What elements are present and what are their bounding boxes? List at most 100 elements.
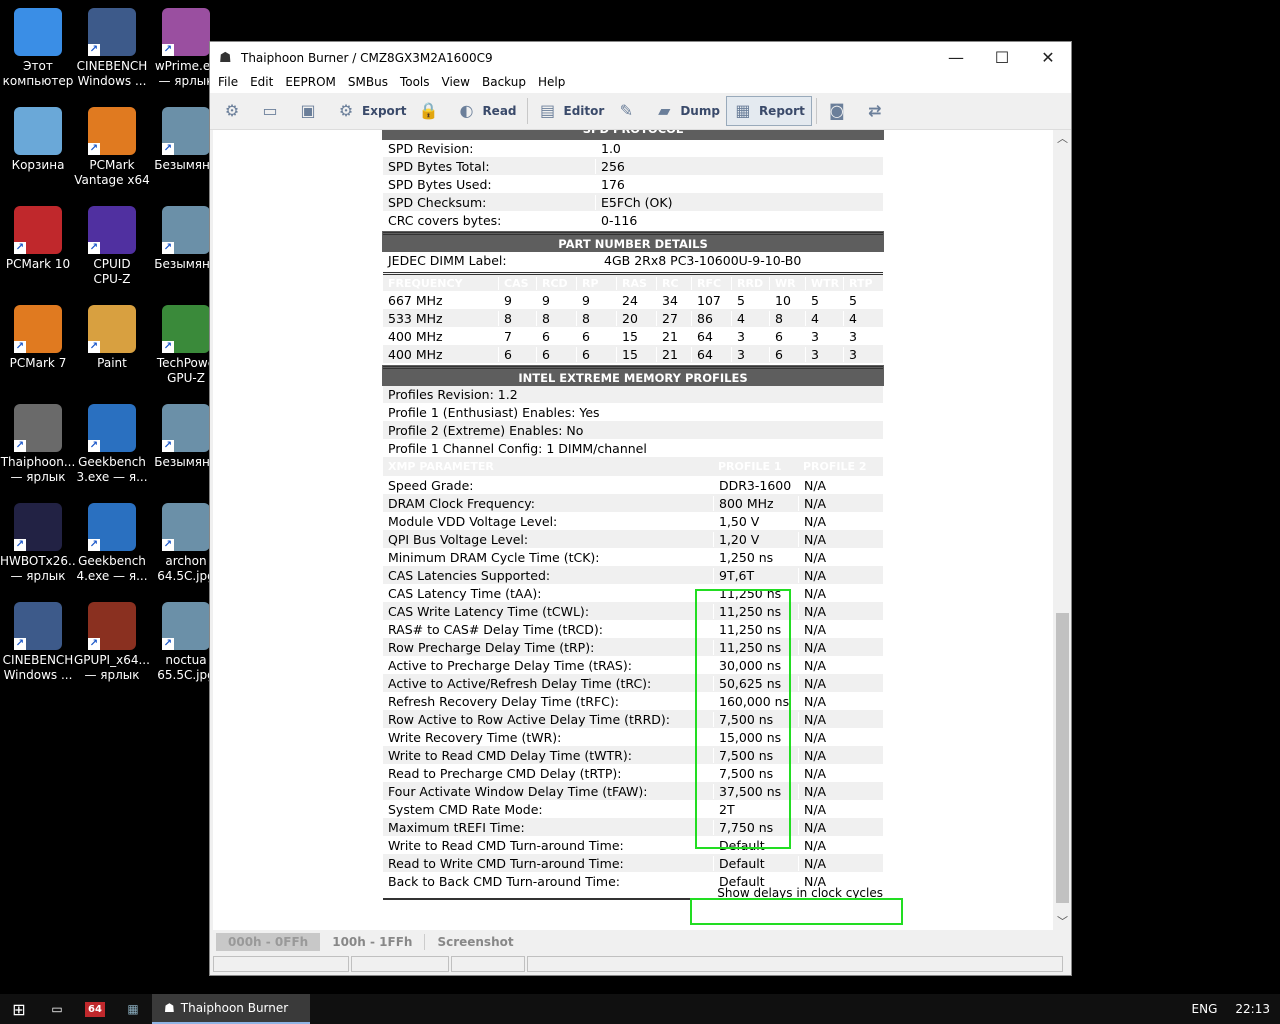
table-cell: Module VDD Voltage Level:	[388, 513, 558, 529]
tab-2[interactable]: Screenshot	[425, 933, 525, 951]
read-button[interactable]: ◐ Read	[450, 96, 522, 126]
dump-button[interactable]: ▰ Dump	[648, 96, 726, 126]
desktop-icon[interactable]: ↗ HWBOTx26... — ярлык	[0, 497, 76, 584]
desktop-icon-label: Windows ...	[77, 74, 147, 88]
table-cell: 1,50 V	[713, 513, 798, 529]
clock[interactable]: 22:13	[1235, 1002, 1270, 1016]
task-view-button[interactable]: ▭	[38, 994, 76, 1024]
table-cell: 21	[656, 328, 691, 344]
table-cell: 7	[498, 328, 536, 344]
menu-file[interactable]: File	[212, 73, 244, 93]
desktop-icon[interactable]: ↗ GPUPI_x64.... — ярлык	[74, 596, 150, 683]
app-icon: ↗	[14, 305, 62, 353]
column-header: RRD	[731, 276, 769, 290]
section-header-xmp: INTEL EXTREME MEMORY PROFILES	[382, 365, 884, 386]
shortcut-arrow-icon: ↗	[162, 44, 174, 56]
menu-edit[interactable]: Edit	[244, 73, 279, 93]
desktop-icon-label: GPUPI_x64....	[74, 653, 150, 667]
table-cell: Refresh Recovery Delay Time (tRFC):	[388, 693, 619, 709]
scrollbar-thumb[interactable]	[1056, 613, 1069, 903]
table-row: Four Activate Window Delay Time (tFAW): 3…	[383, 782, 883, 800]
menu-help[interactable]: Help	[532, 73, 571, 93]
close-button[interactable]: ✕	[1025, 42, 1071, 73]
table-row: Read to Precharge CMD Delay (tRTP): 7,500…	[383, 764, 883, 782]
gears-icon: ⚙	[224, 101, 240, 120]
menu-backup[interactable]: Backup	[476, 73, 532, 93]
menu-eeprom[interactable]: EEPROM	[279, 73, 342, 93]
desktop-icon-label: Geekbench	[78, 554, 146, 568]
desktop-icon[interactable]: ↗ PCMark 10	[0, 200, 76, 272]
desktop-icon[interactable]: ↗ PCMark Vantage x64	[74, 101, 150, 188]
desktop-icon[interactable]: ↗ CPUID CPU-Z	[74, 200, 150, 287]
tab-1[interactable]: 100h - 1FFh	[320, 933, 424, 951]
desktop-icon-label: — ярлык	[10, 569, 66, 583]
taskbar-app-cpuz[interactable]: ▦	[114, 994, 152, 1024]
table-cell: N/A	[798, 513, 883, 529]
desktop-icon[interactable]: ↗ Thaiphoon... — ярлык	[0, 398, 76, 485]
desktop-icon[interactable]: ↗ CINEBENCH Windows ...	[0, 596, 76, 683]
vertical-scrollbar[interactable]: ︿ ﹀	[1054, 130, 1071, 930]
shortcut-arrow-icon: ↗	[88, 44, 100, 56]
app-icon: ↗	[162, 305, 210, 353]
app-icon: ↗	[88, 107, 136, 155]
scroll-down-arrow[interactable]: ﹀	[1054, 913, 1071, 930]
desktop-icon[interactable]: ↗ Geekbench 3.exe — я...	[74, 398, 150, 485]
scroll-up-arrow[interactable]: ︿	[1054, 130, 1071, 147]
table-cell: N/A	[798, 747, 883, 763]
row-label: Profiles Revision: 1.2	[388, 386, 518, 402]
app-icon: ↗	[162, 8, 210, 56]
desktop-icon[interactable]: ↗ Geekbench 4.exe — я...	[74, 497, 150, 584]
menu-tools[interactable]: Tools	[394, 73, 436, 93]
title-bar[interactable]: ☗ Thaiphoon Burner / CMZ8GX3M2A1600C9 — …	[210, 42, 1071, 73]
save-tool[interactable]: ▣	[292, 96, 330, 126]
menu-view[interactable]: View	[436, 73, 476, 93]
minimize-button[interactable]: —	[933, 42, 979, 73]
menu-smbus[interactable]: SMBus	[342, 73, 394, 93]
table-cell: N/A	[798, 621, 883, 637]
tools-button[interactable]: ✎	[610, 96, 648, 126]
table-cell: 15	[616, 346, 656, 362]
table-cell: 9T,6T	[713, 567, 798, 583]
export-button[interactable]: ⚙ Export	[330, 96, 412, 126]
screenshot-tool[interactable]: ◙	[821, 96, 859, 126]
taskbar-app-64[interactable]: 64	[76, 994, 114, 1024]
desktop-icon[interactable]: ↗ Paint	[74, 299, 150, 371]
table-cell: 400 MHz	[388, 346, 443, 362]
taskbar-thaiphoon[interactable]: ☗ Thaiphoon Burner	[152, 994, 310, 1024]
desktop-icon-label: Geekbench	[78, 455, 146, 469]
dump-icon: ▰	[658, 101, 671, 120]
table-cell: 9	[536, 292, 576, 308]
desktop-icon[interactable]: ↗ CINEBENCH Windows ...	[74, 2, 150, 89]
language-indicator[interactable]: ENG	[1192, 1002, 1218, 1016]
report-button[interactable]: ▦ Report	[725, 96, 812, 126]
table-cell: Read to Precharge CMD Delay (tRTP):	[388, 765, 622, 781]
table-cell: 9	[498, 292, 536, 308]
table-cell: Maximum tREFI Time:	[388, 819, 525, 835]
row-label: SPD Bytes Total:	[388, 158, 490, 174]
column-header: FREQUENCY	[388, 276, 463, 290]
tab-0[interactable]: 000h - 0FFh	[216, 933, 321, 951]
table-cell: 20	[616, 310, 656, 326]
table-row: Active to Precharge Delay Time (tRAS): 30…	[383, 656, 883, 674]
row-label: Profile 2 (Extreme) Enables: No	[388, 422, 584, 438]
desktop-icon[interactable]: Корзина	[0, 101, 76, 173]
editor-button[interactable]: ▤ Editor	[532, 96, 611, 126]
maximize-button[interactable]: ☐	[979, 42, 1025, 73]
table-cell: 34	[656, 292, 691, 308]
lock-tool[interactable]: 🔒	[412, 96, 450, 126]
open-tool[interactable]: ▭	[254, 96, 292, 126]
app-icon: ↗	[88, 305, 136, 353]
table-cell: RAS# to CAS# Delay Time (tRCD):	[388, 621, 603, 637]
app-icon: ↗	[88, 404, 136, 452]
shortcut-arrow-icon: ↗	[88, 440, 100, 452]
desktop-icon[interactable]: Этот компьютер	[0, 2, 76, 89]
refresh-tool[interactable]: ⇄	[859, 96, 897, 126]
settings-tool[interactable]: ⚙	[216, 96, 254, 126]
table-cell: Write to Read CMD Turn-around Time:	[388, 837, 624, 853]
desktop-icon-label: — ярлык	[10, 470, 66, 484]
desktop-icon[interactable]: ↗ PCMark 7	[0, 299, 76, 371]
spd-report: SPD PROTOCOLSPD Revision:1.0SPD Bytes To…	[382, 130, 884, 918]
table-cell: Speed Grade:	[388, 477, 474, 493]
table-cell: 8	[498, 310, 536, 326]
start-button[interactable]: ⊞	[0, 994, 38, 1024]
